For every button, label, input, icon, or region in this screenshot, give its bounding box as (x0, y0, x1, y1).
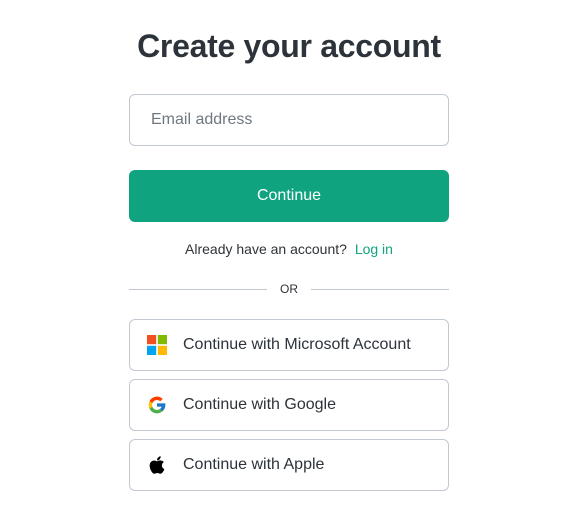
social-button-label: Continue with Microsoft Account (183, 336, 411, 353)
continue-with-microsoft-button[interactable]: Continue with Microsoft Account (129, 319, 449, 371)
apple-icon (147, 455, 167, 475)
email-field[interactable] (129, 94, 449, 146)
microsoft-icon (147, 335, 167, 355)
divider-line-left (129, 288, 267, 290)
login-link[interactable]: Log in (355, 241, 393, 257)
google-icon (147, 395, 167, 415)
signup-page: Create your account Continue Already hav… (0, 0, 571, 531)
divider-line-right (311, 288, 449, 290)
or-divider: OR (129, 280, 449, 298)
login-prompt: Already have an account? Log in (129, 241, 449, 257)
social-button-label: Continue with Google (183, 396, 336, 413)
social-button-label: Continue with Apple (183, 456, 325, 473)
login-prompt-text: Already have an account? (185, 241, 347, 257)
divider-text: OR (280, 282, 298, 296)
continue-with-apple-button[interactable]: Continue with Apple (129, 439, 449, 491)
continue-with-google-button[interactable]: Continue with Google (129, 379, 449, 431)
page-title: Create your account (137, 28, 441, 64)
continue-button[interactable]: Continue (129, 170, 449, 222)
